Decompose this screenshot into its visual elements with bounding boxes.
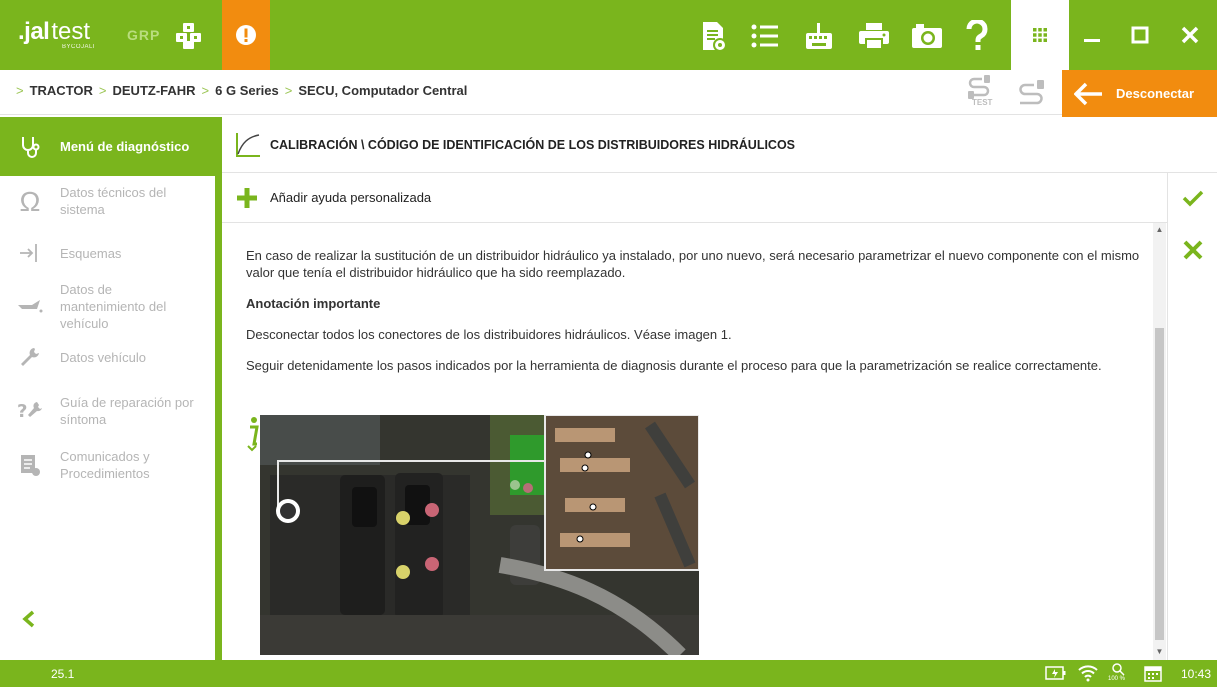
x-icon [1183,240,1203,260]
scroll-down-icon[interactable]: ▼ [1155,647,1164,657]
sidebar-item-diagnostic-menu[interactable]: Menú de diagnóstico [0,117,215,176]
sidebar-item-maintenance-data[interactable]: Datos de mantenimiento del vehículo [0,280,215,332]
plus-icon [237,187,257,208]
clock-label: 10:43 [1181,667,1212,681]
disconnect-label: Desconectar [1116,86,1195,101]
keyboard-icon[interactable] [800,17,838,55]
version-label: 25.1 [51,667,75,681]
accept-button[interactable] [1168,173,1217,223]
breadcrumb-separator: > [284,83,293,98]
oil-can-icon [18,300,43,313]
svg-text:?: ? [17,401,27,422]
zoom-icon [1112,663,1125,676]
sidebar-item-label: Comunicados y Procedimientos [60,449,150,481]
logo-by-text: BYCOJALI [62,44,96,50]
maximize-icon [1131,26,1149,44]
content-heading: Anotación importante [246,296,381,311]
breadcrumb-bar: > TRACTOR > DEUTZ-FAHR > 6 G Series > SE… [0,70,1217,115]
cancel-button[interactable] [1168,225,1217,275]
repair-guide-icon: ? [17,401,42,422]
scrollbar-thumb[interactable] [1155,328,1164,640]
sidebar-divider [215,117,222,660]
top-bar: .jal test BYCOJALI GRP [0,0,1217,70]
breadcrumb-separator: > [16,83,24,98]
sidebar-item-label: Datos de mantenimiento del vehículo [60,281,167,331]
alert-icon [236,25,256,45]
sidebar-item-label: Datos técnicos del sistema [60,185,167,217]
sidebar-item-technical-data[interactable]: Ω Datos técnicos del sistema [0,181,215,221]
breadcrumb-separator: > [98,83,107,98]
page-title-bar: CALIBRACIÓN \ CÓDIGO DE IDENTIFICACIÓN D… [222,117,1217,173]
wifi-icon [1078,665,1098,682]
sidebar-item-repair-guide[interactable]: ? Guía de reparación por síntoma [0,391,215,431]
printer-icon[interactable] [855,17,893,55]
bulletin-icon [21,455,40,476]
minimize-button[interactable] [1067,0,1117,70]
breadcrumb-separator: > [201,83,210,98]
content-scrollbar[interactable]: ▲ ▼ [1153,223,1166,660]
breadcrumb-item[interactable]: 6 G Series [215,83,279,98]
custom-help-row[interactable]: Añadir ayuda personalizada [222,173,1167,223]
page-title: CALIBRACIÓN \ CÓDIGO DE IDENTIFICACIÓN D… [270,137,796,152]
hydraulic-distributors-photo [260,415,699,655]
grp-label: GRP [127,27,161,43]
content-paragraph: Desconectar todos los conectores de los … [246,327,732,342]
breadcrumb-item[interactable]: SECU, Computador Central [298,83,467,98]
jaltest-logo: .jal test BYCOJALI [18,18,95,50]
list-icon[interactable] [746,17,784,55]
zoom-level-label: 100 % [1108,676,1126,682]
info-icon [246,416,260,457]
sidebar-item-label: Guía de reparación por síntoma [60,395,194,427]
sidebar-item-bulletins[interactable]: Comunicados y Procedimientos [0,445,215,485]
report-icon[interactable] [695,17,733,55]
breadcrumb: > TRACTOR > DEUTZ-FAHR > 6 G Series > SE… [16,83,467,98]
connector-icon[interactable] [1018,80,1048,111]
arrow-left-icon [1074,82,1102,105]
wrench-icon [21,348,39,366]
check-icon [1182,190,1204,207]
close-icon [1181,26,1199,44]
chevron-left-icon [22,610,35,628]
scroll-up-icon[interactable]: ▲ [1155,225,1164,235]
breadcrumb-item[interactable]: TRACTOR [30,83,93,98]
test-connector-icon [968,75,990,99]
breadcrumb-item[interactable]: DEUTZ-FAHR [113,83,196,98]
help-content: En caso de realizar la sustitución de un… [246,247,1146,388]
apps-grid-icon [1033,28,1047,42]
camera-icon[interactable] [908,17,946,55]
calibration-chart-icon [236,132,260,157]
close-window-button[interactable] [1165,0,1215,70]
status-bar: 25.1 100 % 10:43 [0,660,1217,687]
calendar-icon [1144,666,1162,682]
test-label: TEST [972,98,993,107]
disconnect-button[interactable]: Desconectar [1062,70,1217,117]
minimize-icon [1084,39,1100,42]
apps-grid-button[interactable] [1011,0,1069,70]
sidebar-item-vehicle-data[interactable]: Datos vehículo [0,343,215,371]
logo-second-text: test [51,18,91,45]
sidebar-item-label: Menú de diagnóstico [60,139,190,154]
sidebar-item-label: Esquemas [60,245,122,261]
stethoscope-icon [22,136,40,158]
logo-main-text: .jal [18,18,50,45]
maximize-button[interactable] [1115,0,1165,70]
content-paragraph: Seguir detenidamente los pasos indicados… [246,358,1102,373]
sidebar-item-label: Datos vehículo [60,349,146,365]
test-connection-button[interactable]: TEST [968,75,998,111]
cubes-icon[interactable] [170,17,208,55]
alert-button[interactable] [222,0,270,70]
battery-icon [1045,666,1066,680]
add-help-label: Añadir ayuda personalizada [270,190,432,205]
schematic-icon [20,244,37,262]
content-paragraph: En caso de realizar la sustitución de un… [246,248,1140,280]
help-icon[interactable] [958,17,996,55]
collapse-sidebar-button[interactable] [22,610,36,633]
action-panel [1167,173,1217,660]
sidebar: Menú de diagnóstico Ω Datos técnicos del… [0,117,215,660]
sidebar-item-schematics[interactable]: Esquemas [0,239,215,267]
omega-icon: Ω [19,185,41,217]
